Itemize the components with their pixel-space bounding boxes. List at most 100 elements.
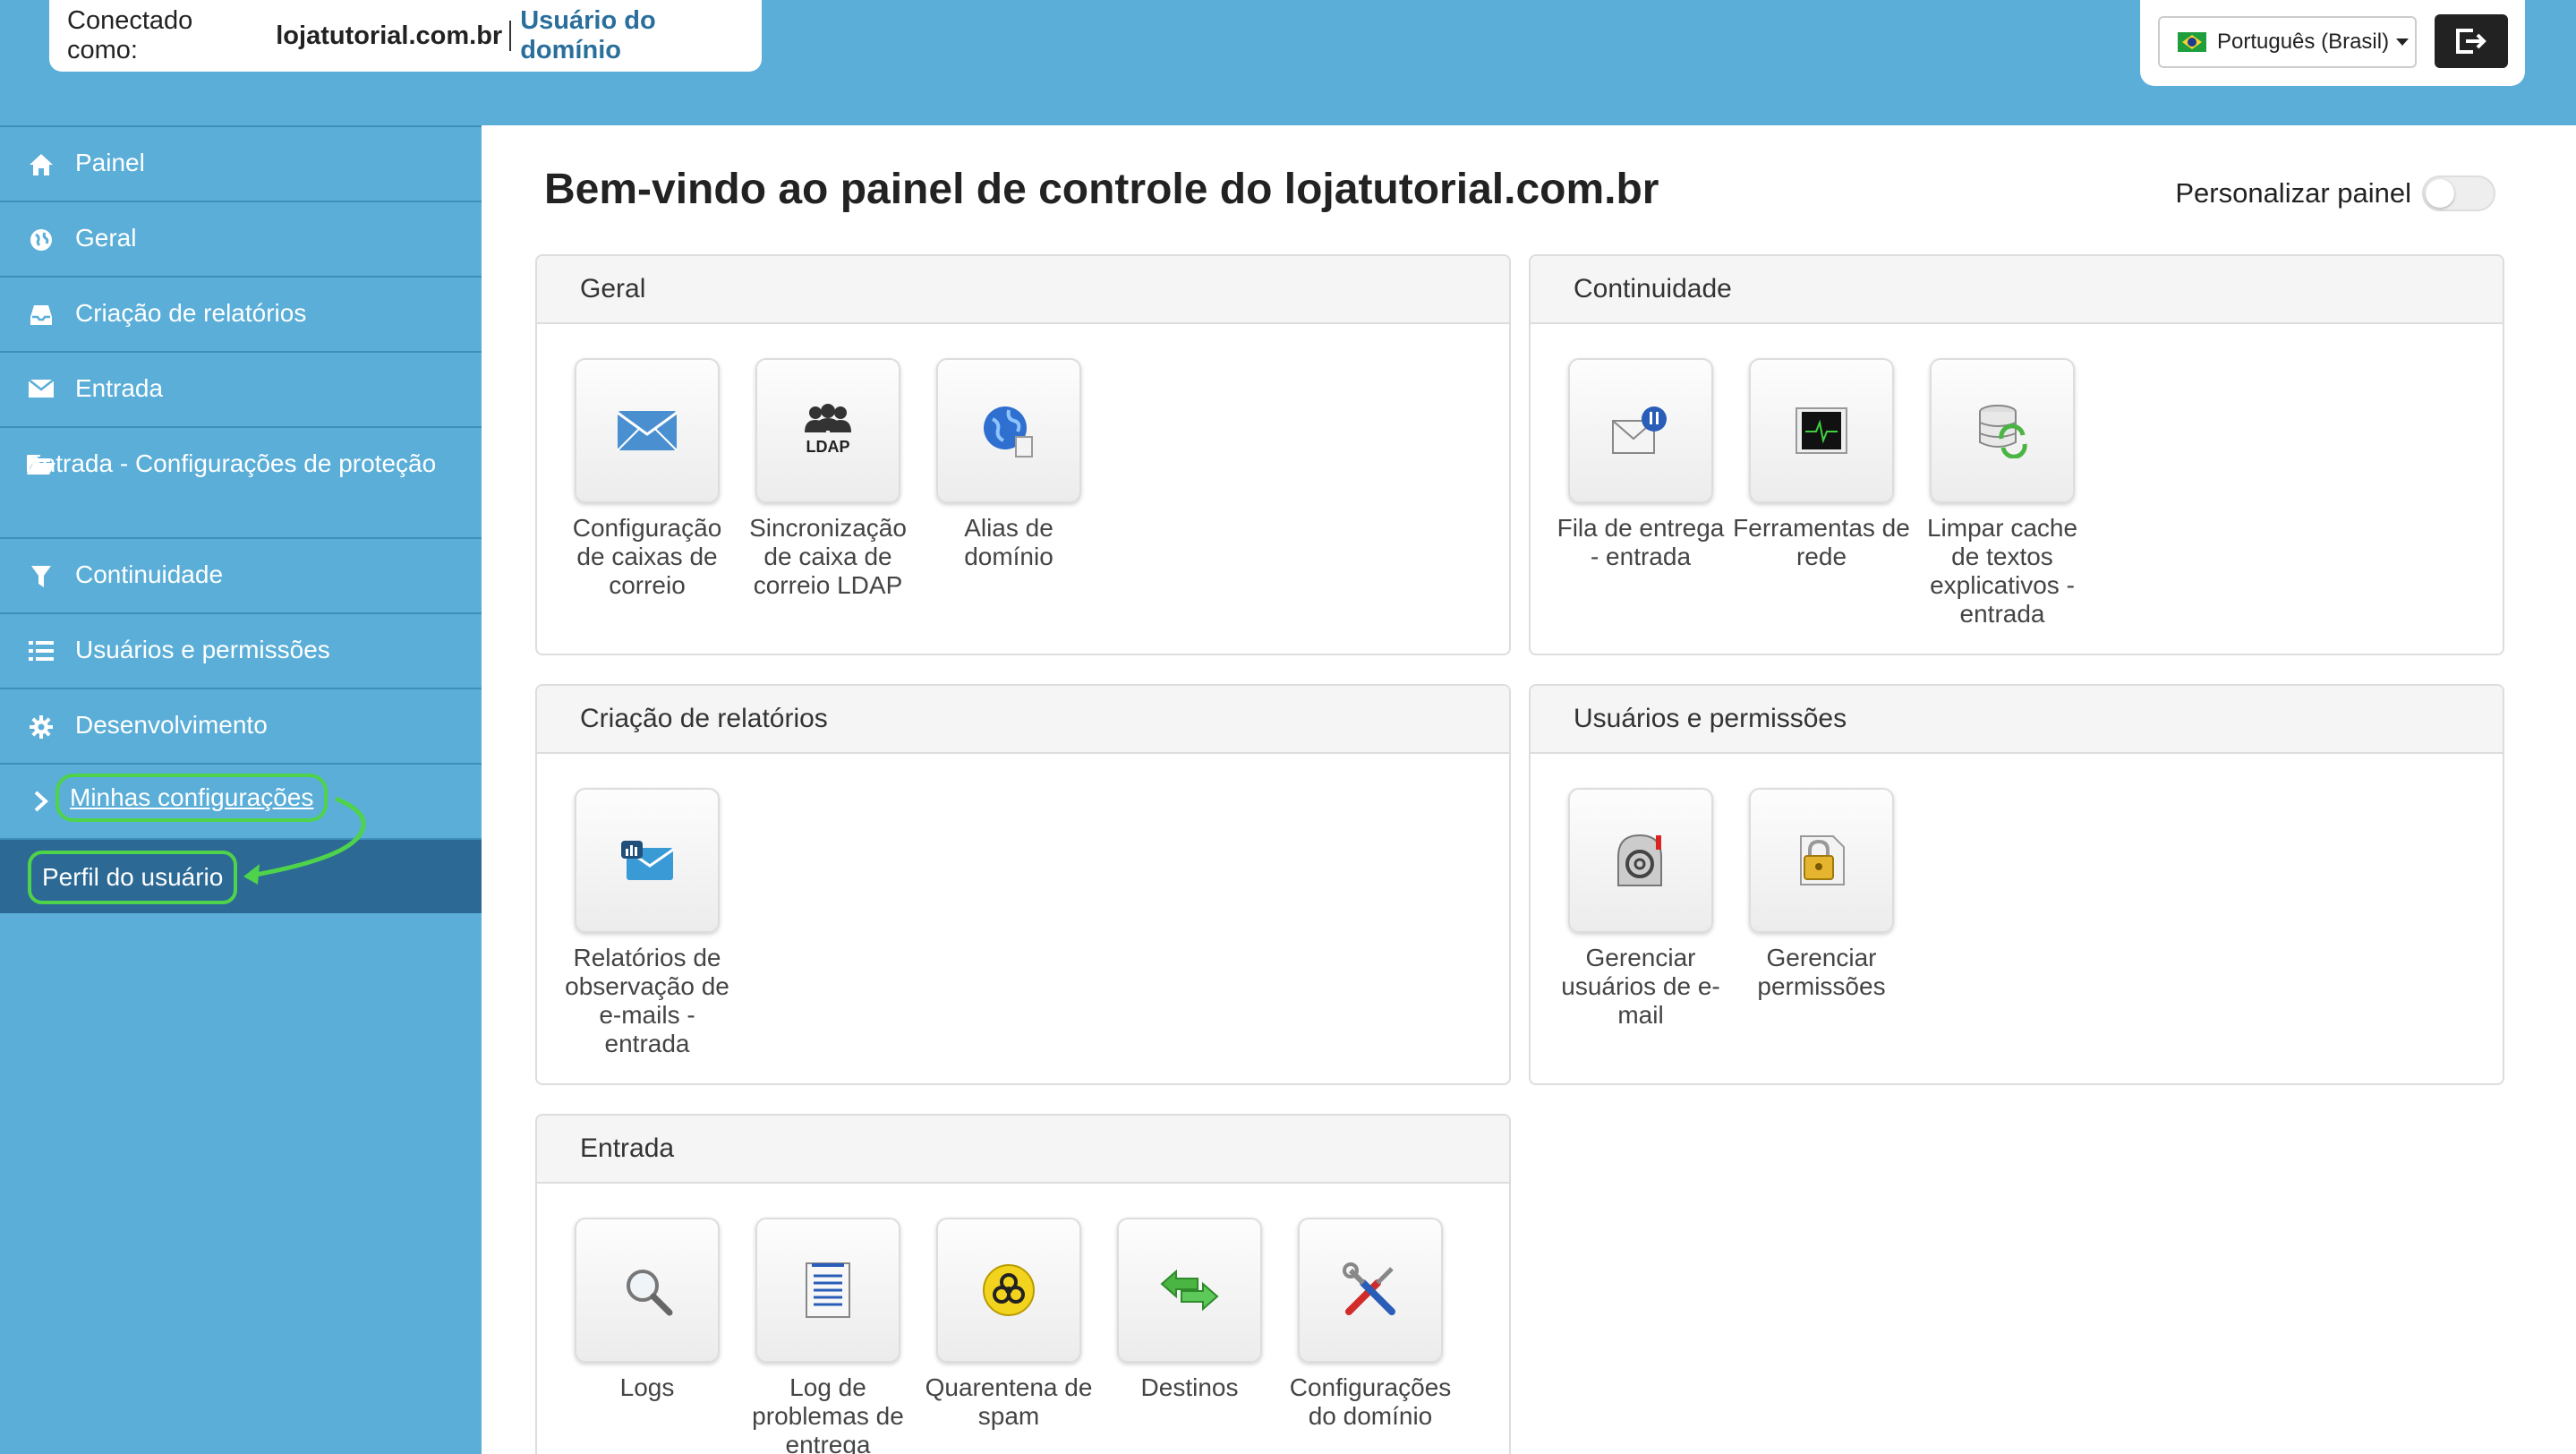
panel-title: Entrada	[537, 1116, 1509, 1184]
arrows-exchange-icon	[1160, 1269, 1219, 1312]
tile-label: Logs	[619, 1373, 675, 1401]
tile-label: Quarentena de spam	[925, 1373, 1093, 1430]
envelope-icon	[25, 378, 57, 399]
main-content: Bem-vindo ao painel de controle do lojat…	[482, 125, 2576, 1454]
manage-email-users-button[interactable]	[1568, 788, 1713, 933]
language-label: Português (Brasil)	[2217, 30, 2390, 54]
mail-queue-icon	[1612, 406, 1667, 454]
sidebar-item-label: Continuidade	[75, 560, 224, 588]
ldap-sync-button[interactable]: LDAP	[755, 358, 900, 503]
tile-manage-permissions[interactable]: Gerenciar permissões	[1731, 788, 1912, 1030]
sidebar-item-label: Criação de relatórios	[75, 299, 307, 327]
chevron-right-icon	[25, 790, 57, 813]
tile-label: Configuração de caixas de correio	[572, 514, 722, 599]
globe-document-icon	[984, 406, 1033, 458]
user-profile-link[interactable]: Perfil do usuário	[28, 851, 238, 904]
tile-label: Limpar cache de textos explicativos - en…	[1926, 514, 2078, 628]
tools-icon	[1343, 1262, 1395, 1315]
filter-icon	[25, 564, 57, 589]
tile-label: Destinos	[1140, 1373, 1239, 1401]
tile-domain-settings[interactable]: Configurações do domínio	[1280, 1218, 1461, 1454]
sidebar-item-geral[interactable]: Geral	[0, 201, 482, 276]
role-link[interactable]: Usuário do domínio	[520, 6, 762, 65]
inbox-icon	[25, 303, 57, 328]
envelope-icon	[617, 411, 678, 451]
tile-delivery-queue[interactable]: Fila de entrega - entrada	[1550, 358, 1731, 629]
at-lock-icon	[1617, 834, 1662, 886]
sidebar-item-desenvolvimento[interactable]: Desenvolvimento	[0, 688, 482, 763]
globe-icon	[25, 227, 57, 252]
tile-clear-cache[interactable]: Limpar cache de textos explicativos - en…	[1912, 358, 2093, 629]
domain-settings-button[interactable]	[1298, 1218, 1443, 1363]
sidebar-item-continuidade[interactable]: Continuidade	[0, 537, 482, 612]
sidebar-item-usuarios[interactable]: Usuários e permissões	[0, 612, 482, 688]
tile-mailbox-config[interactable]: Configuração de caixas de correio	[557, 358, 738, 600]
tile-label: Gerenciar usuários de e-mail	[1561, 944, 1720, 1029]
panel-title: Geral	[537, 256, 1509, 324]
panel-continuidade: Continuidade Fila de entrega - entrada F…	[1529, 254, 2504, 655]
sidebar-item-label: Geral	[75, 224, 137, 252]
caret-down-icon	[2396, 38, 2410, 46]
tile-ldap-sync[interactable]: LDAP Sincronização de caixa de correio L…	[738, 358, 918, 600]
domain-alias-button[interactable]	[936, 358, 1081, 503]
tile-label: Relatórios de observação de e-mails - en…	[565, 944, 729, 1057]
tile-logs[interactable]: Logs	[557, 1218, 738, 1454]
database-refresh-icon	[1979, 405, 2027, 458]
divider	[509, 21, 512, 51]
tile-label: Log de problemas de entrega	[752, 1373, 904, 1454]
tile-destinations[interactable]: Destinos	[1099, 1218, 1280, 1454]
brazil-flag-icon	[2178, 32, 2206, 52]
sidebar-item-label: Entrada	[75, 374, 164, 402]
logout-button[interactable]	[2435, 14, 2508, 68]
mailbox-config-button[interactable]	[575, 358, 720, 503]
sidebar-item-relatorios[interactable]: Criação de relatórios	[0, 276, 482, 351]
language-dropdown[interactable]: Português (Brasil)	[2158, 16, 2417, 68]
spam-quarantine-button[interactable]	[936, 1218, 1081, 1363]
tile-label: Gerenciar permissões	[1757, 944, 1886, 1000]
network-tools-button[interactable]	[1749, 358, 1894, 503]
tile-delivery-problems-log[interactable]: Log de problemas de entrega	[738, 1218, 918, 1454]
customize-label: Personalizar painel	[2175, 177, 2411, 209]
sidebar-item-entrada[interactable]: Entrada	[0, 351, 482, 426]
sidebar-item-label: Painel	[75, 149, 145, 176]
panel-geral: Geral Configuração de caixas de correio …	[535, 254, 1511, 655]
customize-panel: Personalizar painel	[2175, 175, 2495, 211]
tile-spam-quarantine[interactable]: Quarentena de spam	[918, 1218, 1099, 1454]
panel-title: Continuidade	[1531, 256, 2503, 324]
delivery-queue-button[interactable]	[1568, 358, 1713, 503]
monitor-pulse-icon	[1796, 407, 1847, 454]
sidebar-item-label: Entrada - Configurações de proteção	[25, 449, 437, 477]
panel-entrada: Entrada Logs Log de problemas de entrega…	[535, 1114, 1511, 1454]
document-list-icon	[806, 1262, 850, 1318]
tile-manage-email-users[interactable]: Gerenciar usuários de e-mail	[1550, 788, 1731, 1030]
tile-domain-alias[interactable]: Alias de domínio	[918, 358, 1099, 600]
sidebar: Painel Geral Criação de relatórios Entra…	[0, 125, 482, 1454]
email-reports-button[interactable]	[575, 788, 720, 933]
tile-label: Configurações do domínio	[1289, 1373, 1452, 1430]
clear-cache-button[interactable]	[1930, 358, 2075, 503]
biohazard-icon	[983, 1264, 1035, 1316]
sidebar-item-protecao[interactable]: Entrada - Configurações de proteção	[0, 426, 482, 537]
panel-title: Usuários e permissões	[1531, 686, 2503, 754]
tile-label: Ferramentas de rede	[1733, 514, 1910, 570]
sidebar-item-label: Desenvolvimento	[75, 711, 268, 739]
ldap-label: LDAP	[806, 438, 850, 456]
sidebar-item-painel[interactable]: Painel	[0, 125, 482, 201]
logs-button[interactable]	[575, 1218, 720, 1363]
delivery-problems-log-button[interactable]	[755, 1218, 900, 1363]
tile-label: Alias de domínio	[964, 514, 1053, 570]
destinations-button[interactable]	[1117, 1218, 1262, 1363]
manage-permissions-button[interactable]	[1749, 788, 1894, 933]
tile-email-reports[interactable]: Relatórios de observação de e-mails - en…	[557, 788, 738, 1058]
logout-icon	[2456, 29, 2486, 54]
customize-toggle[interactable]	[2422, 175, 2495, 211]
sidebar-item-label: Usuários e permissões	[75, 636, 330, 663]
magnifier-icon	[627, 1270, 673, 1316]
tile-network-tools[interactable]: Ferramentas de rede	[1731, 358, 1912, 629]
panel-relatorios: Criação de relatórios Relatórios de obse…	[535, 684, 1511, 1085]
tile-label: Sincronização de caixa de correio LDAP	[749, 514, 907, 599]
header-actions: Português (Brasil)	[2140, 0, 2525, 86]
home-icon	[25, 152, 57, 177]
connected-domain: lojatutorial.com.br	[276, 21, 503, 50]
connected-label: Conectado como:	[67, 6, 193, 64]
